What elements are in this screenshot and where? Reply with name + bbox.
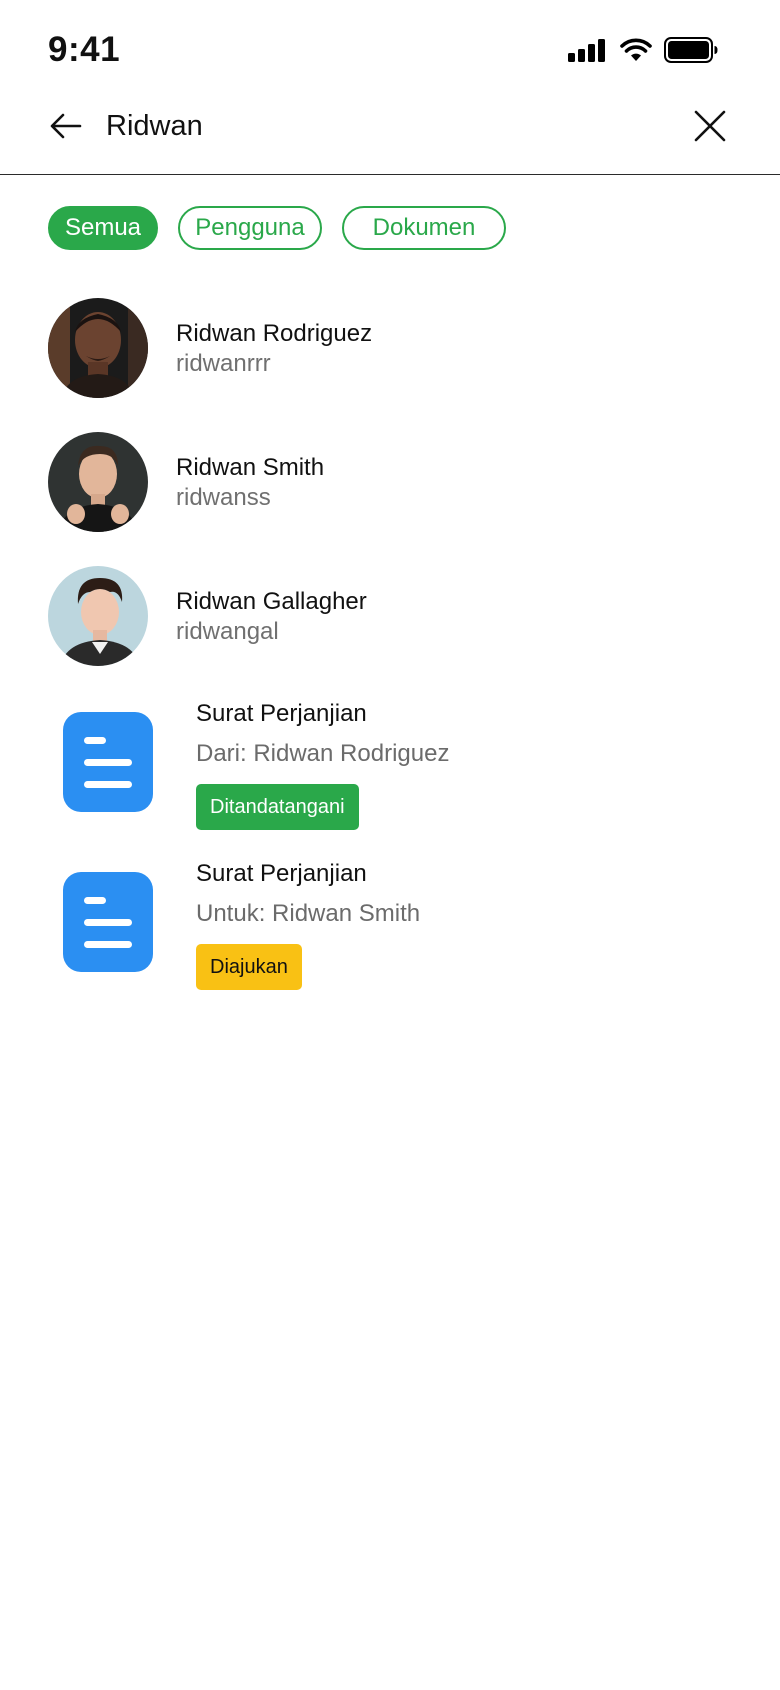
signal-icon	[568, 39, 605, 62]
document-subtitle: Dari: Ridwan Rodriguez	[196, 740, 450, 767]
document-title: Surat Perjanjian	[196, 700, 367, 727]
filter-chip-pengguna[interactable]: Pengguna	[178, 206, 322, 250]
status-badge: Diajukan	[196, 944, 302, 990]
avatar	[48, 432, 148, 532]
search-header	[0, 96, 780, 174]
document-icon	[63, 872, 153, 972]
document-subtitle: Untuk: Ridwan Smith	[196, 900, 421, 927]
search-input[interactable]	[106, 106, 666, 146]
avatar	[48, 566, 148, 666]
user-handle: ridwanrrr	[176, 350, 271, 377]
back-button[interactable]	[46, 106, 86, 146]
filter-chip-semua[interactable]: Semua	[48, 206, 158, 250]
close-icon	[694, 110, 726, 142]
user-result-row[interactable]: Ridwan Smith ridwanss	[48, 432, 732, 532]
arrow-left-icon	[50, 113, 82, 139]
user-name: Ridwan Rodriguez	[176, 320, 373, 347]
user-handle: ridwangal	[176, 618, 279, 645]
status-badge: Ditandatangani	[196, 784, 359, 830]
status-time: 9:41	[48, 30, 121, 69]
avatar	[48, 298, 148, 398]
user-result-row[interactable]: Ridwan Rodriguez ridwanrrr	[48, 298, 732, 398]
status-bar: 9:41	[0, 0, 780, 100]
status-icons	[568, 36, 718, 64]
header-divider	[0, 174, 780, 175]
document-result-row[interactable]: Surat Perjanjian Untuk: Ridwan Smith Dia…	[48, 860, 732, 1000]
wifi-icon	[620, 38, 652, 61]
battery-icon	[664, 37, 718, 63]
user-name: Ridwan Gallagher	[176, 588, 367, 615]
clear-search-button[interactable]	[688, 104, 732, 148]
user-name: Ridwan Smith	[176, 454, 325, 481]
document-result-row[interactable]: Surat Perjanjian Dari: Ridwan Rodriguez …	[48, 700, 732, 840]
filter-chip-dokumen[interactable]: Dokumen	[342, 206, 506, 250]
user-handle: ridwanss	[176, 484, 271, 511]
user-result-row[interactable]: Ridwan Gallagher ridwangal	[48, 566, 732, 666]
document-icon	[63, 712, 153, 812]
filter-chips: Semua Pengguna Dokumen	[48, 206, 506, 250]
document-title: Surat Perjanjian	[196, 860, 367, 887]
